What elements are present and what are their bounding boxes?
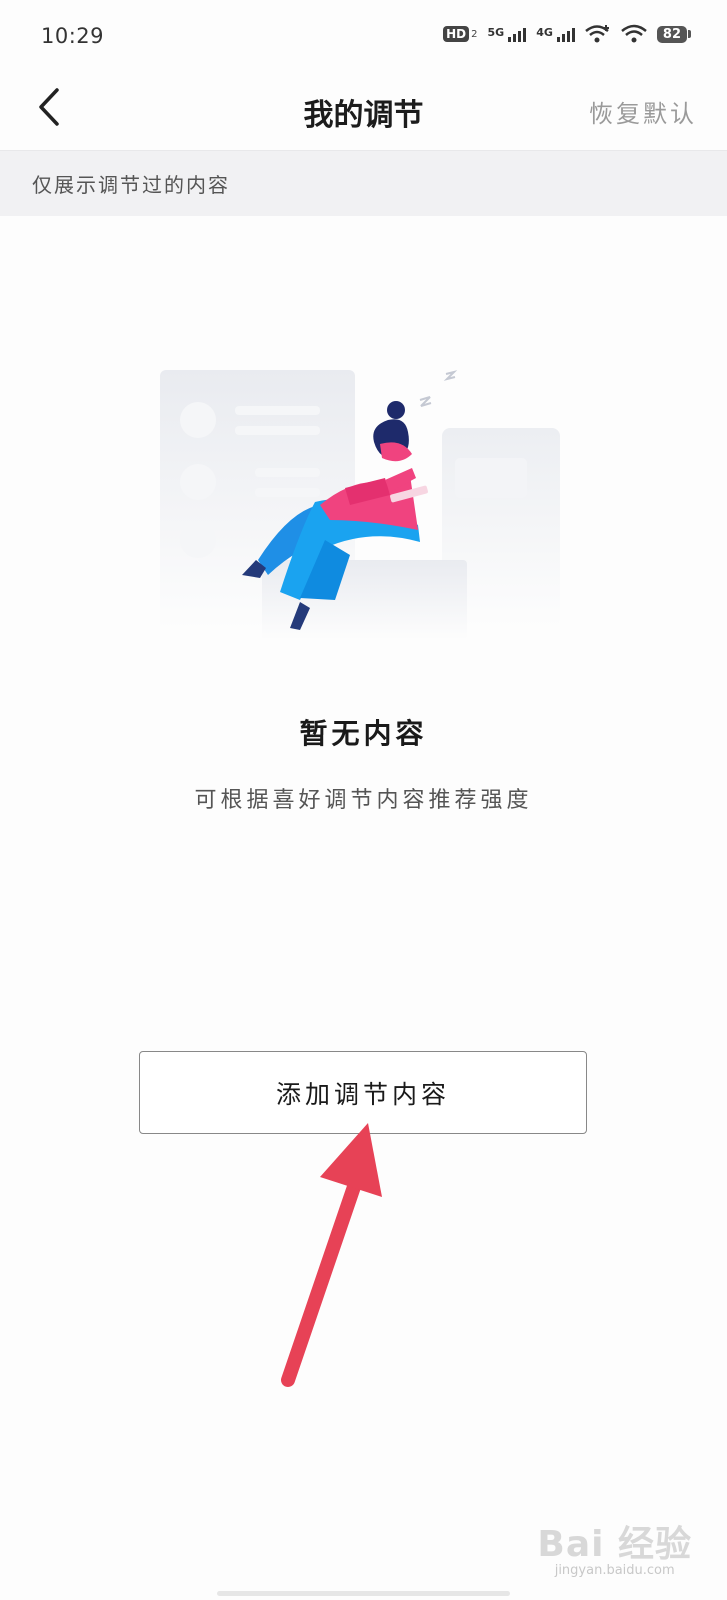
hint-text: 仅展示调节过的内容: [32, 173, 230, 197]
hd-sub-label: 2: [471, 28, 478, 40]
person-lounging-illustration: [160, 370, 560, 640]
wifi-plus-icon: [585, 25, 609, 43]
battery-level: 82: [656, 25, 687, 43]
reset-default-button[interactable]: 恢复默认: [589, 94, 697, 129]
signal-5g-icon: 5G: [488, 26, 527, 42]
nav-bar: 我的调节 恢复默认: [0, 70, 727, 150]
battery-icon: 82: [656, 25, 691, 43]
watermark-logo: Bai 经验: [537, 1524, 692, 1565]
status-bar: 10:29 HD 2 5G 4G 82: [0, 0, 727, 70]
hd-icon: HD: [443, 26, 470, 42]
signal-4g-label: 4G: [536, 26, 553, 39]
signal-5g-label: 5G: [487, 26, 505, 39]
signal-4g-icon: 4G: [536, 26, 575, 42]
status-icons: HD 2 5G 4G 82: [443, 24, 691, 44]
empty-state-description: 可根据喜好调节内容推荐强度: [194, 788, 533, 813]
wifi-icon: [621, 24, 647, 43]
hint-bar: 仅展示调节过的内容: [0, 150, 727, 216]
status-time: 10:29: [41, 24, 105, 48]
red-pointer-arrow: [281, 1123, 382, 1387]
empty-state-title: 暂无内容: [299, 717, 428, 750]
watermark: Bai 经验 jingyan.baidu.com: [537, 1515, 692, 1578]
watermark-url: jingyan.baidu.com: [554, 1563, 675, 1578]
home-indicator[interactable]: [217, 1591, 510, 1596]
